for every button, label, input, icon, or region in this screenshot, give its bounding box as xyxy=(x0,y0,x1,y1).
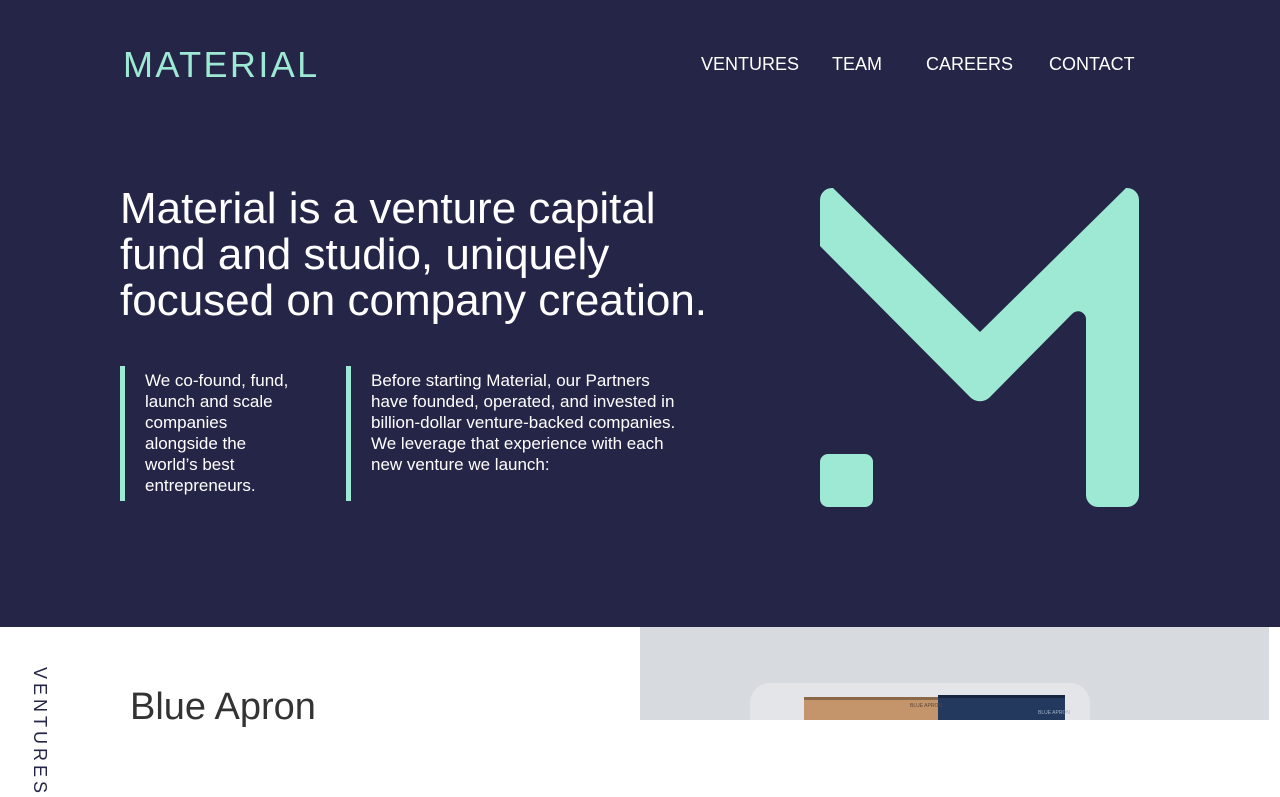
blue-box xyxy=(938,695,1065,720)
scrollbar-gutter xyxy=(1269,627,1280,720)
nav-item-contact[interactable]: CONTACT xyxy=(1049,52,1135,76)
headline-line-1: Material is a venture capital xyxy=(120,184,656,233)
nav-item-team[interactable]: TEAM xyxy=(832,52,882,76)
headline-line-3: focused on company creation. xyxy=(120,276,708,325)
m-logo-dot xyxy=(820,454,873,507)
material-m-logo-icon xyxy=(820,188,1139,507)
headline-line-2: fund and studio, uniquely xyxy=(120,230,610,279)
hero-section: MATERIAL VENTURES TEAM CAREERS CONTACT M… xyxy=(0,0,1280,627)
box-printed-text-2: BLUE APRON xyxy=(1038,710,1070,716)
intro-column-2: Before starting Material, our Partners h… xyxy=(346,366,676,501)
venture-company-name[interactable]: Blue Apron xyxy=(130,685,316,729)
main-nav: VENTURES TEAM CAREERS CONTACT xyxy=(0,52,1280,76)
box-printed-text: BLUE APRON xyxy=(910,703,942,709)
venture-product-image: BLUE APRON BLUE APRON xyxy=(640,627,1269,720)
ventures-section: VENTURES Blue Apron BLUE APRON BLUE APRO… xyxy=(0,627,1280,797)
intro-column-2-text: Before starting Material, our Partners h… xyxy=(371,371,676,474)
nav-item-ventures[interactable]: VENTURES xyxy=(701,52,799,76)
ventures-side-label: VENTURES xyxy=(30,667,50,797)
hero-headline: Material is a venture capital fund and s… xyxy=(120,186,760,324)
intro-column-1-text: We co-found, fund, launch and scale comp… xyxy=(145,371,289,495)
nav-item-careers[interactable]: CAREERS xyxy=(926,52,1013,76)
intro-column-1: We co-found, fund, launch and scale comp… xyxy=(120,366,300,501)
